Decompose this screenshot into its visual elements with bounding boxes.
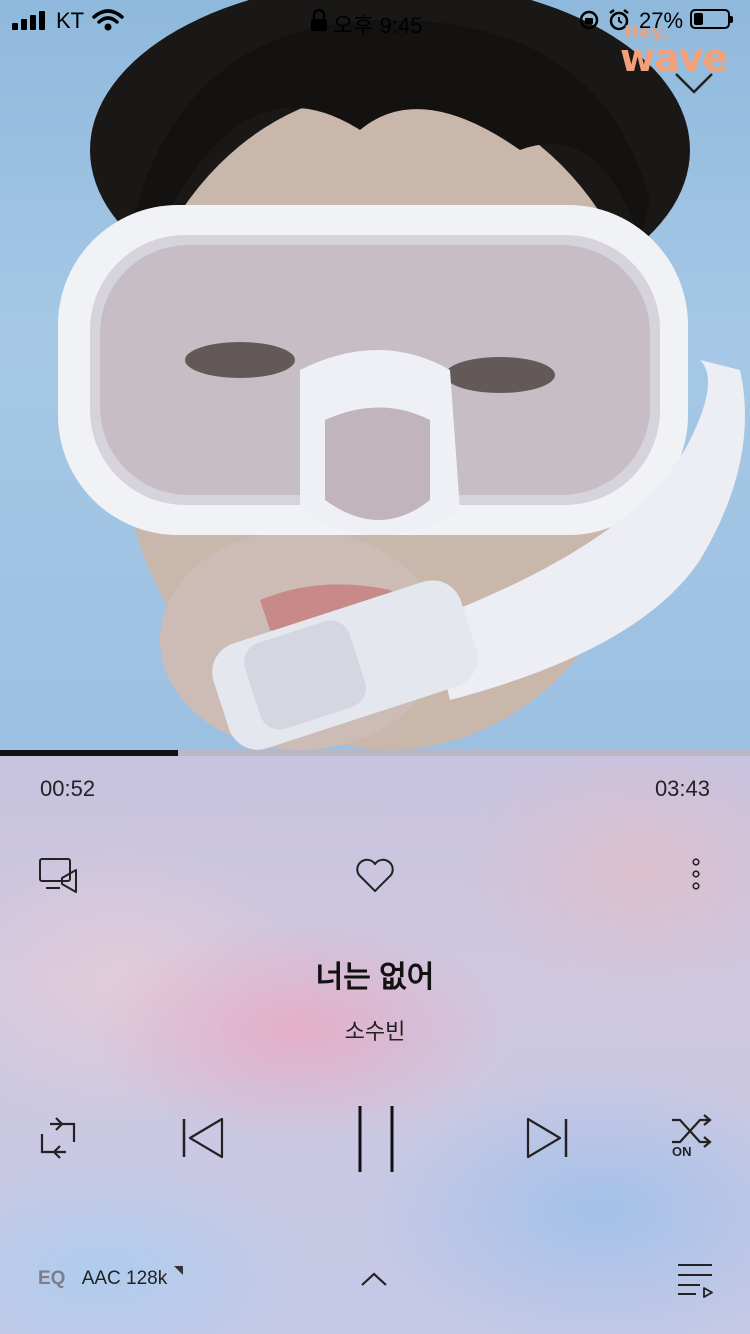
codec-label[interactable]: AAC 128k	[82, 1268, 168, 1289]
song-title: 너는 없어	[315, 961, 435, 994]
repeat-icon[interactable]	[36, 1116, 80, 1160]
eq-label[interactable]: EQ	[38, 1268, 65, 1289]
codec-dropdown-icon	[174, 1266, 183, 1275]
album-art-illustration	[58, 0, 745, 750]
heart-icon[interactable]	[354, 856, 396, 894]
total-time: 03:43	[654, 776, 710, 801]
wifi-icon	[92, 9, 124, 31]
player-panel: 00:52 03:43 너는 없어 소수빈 ON EQ AAC 128k	[0, 750, 750, 1334]
progress-bar[interactable]	[0, 750, 750, 756]
status-time: 오후 9:45	[333, 13, 423, 38]
pause-icon[interactable]	[354, 1104, 398, 1174]
cellular-signal-icon	[12, 10, 48, 30]
more-vertical-icon[interactable]	[686, 856, 706, 896]
skip-next-icon[interactable]	[524, 1116, 570, 1160]
carrier-label: KT	[56, 8, 85, 33]
shuffle-button[interactable]: ON	[668, 1114, 716, 1164]
progress-fill	[0, 750, 178, 756]
playlist-icon[interactable]	[676, 1262, 716, 1298]
chevron-down-icon[interactable]	[672, 66, 716, 102]
shuffle-icon	[672, 1114, 712, 1148]
current-time: 00:52	[40, 776, 96, 801]
chevron-up-icon[interactable]	[360, 1270, 388, 1288]
shuffle-state: ON	[672, 1144, 692, 1159]
skip-previous-icon[interactable]	[180, 1116, 226, 1160]
rotation-lock-icon	[579, 10, 599, 30]
audio-quality[interactable]: EQ AAC 128k	[38, 1266, 183, 1290]
artist-name[interactable]: 소수빈	[0, 1014, 750, 1046]
cast-screen-icon[interactable]	[38, 856, 80, 894]
album-art	[0, 0, 750, 750]
lock-icon	[311, 8, 327, 31]
